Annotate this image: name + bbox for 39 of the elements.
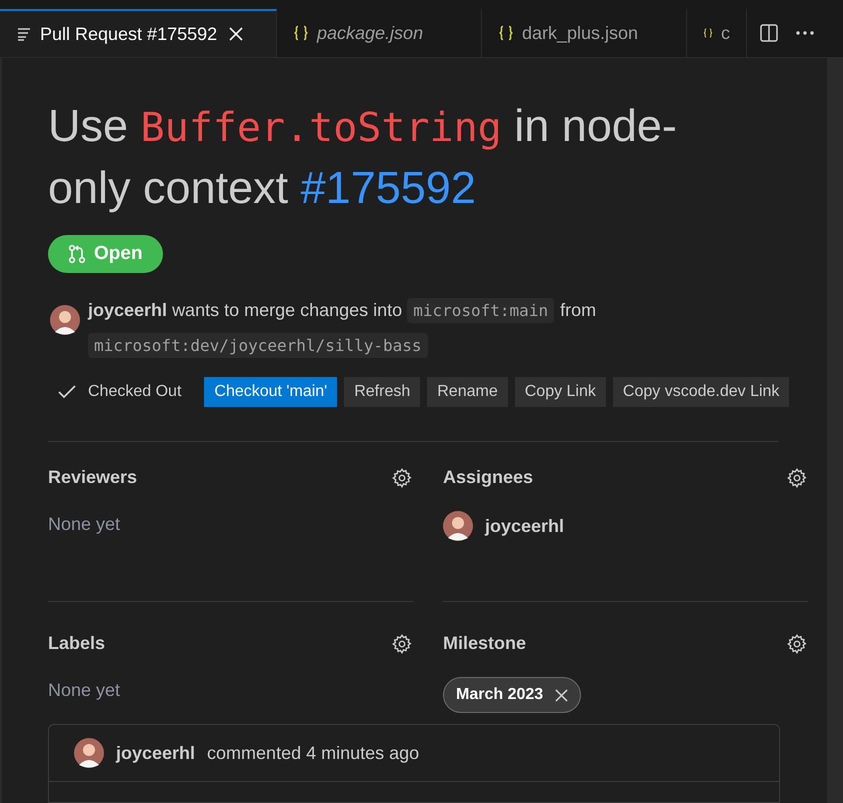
avatar-icon: [443, 511, 473, 541]
avatar-icon: [74, 738, 104, 768]
checkout-button[interactable]: Checkout 'main': [204, 377, 338, 407]
tab-label: Pull Request #175592: [40, 22, 218, 46]
action-button[interactable]: Refresh: [344, 377, 420, 407]
action-button[interactable]: Rename: [427, 377, 508, 407]
assignee-name[interactable]: joyceerhl: [485, 512, 564, 540]
empty-text: None yet: [48, 680, 120, 700]
section-title: Reviewers: [48, 466, 138, 489]
braces-icon: [498, 25, 514, 41]
pull-request-icon: [68, 244, 86, 264]
pr-title: Use Buffer.toString in node-only context #175592: [48, 99, 678, 215]
settings-icon[interactable]: [391, 466, 413, 488]
tab-label: c: [721, 22, 730, 44]
comment-author[interactable]: joyceerhl: [116, 740, 196, 766]
settings-icon[interactable]: [391, 632, 413, 654]
settings-icon[interactable]: [786, 632, 808, 654]
settings-icon[interactable]: [786, 466, 808, 488]
empty-text: None yet: [48, 514, 120, 534]
status-badge: Open: [48, 235, 163, 273]
avatar-icon: [50, 305, 80, 335]
more-icon[interactable]: [795, 30, 815, 36]
section-title: Labels: [48, 632, 106, 655]
list-icon: [16, 27, 32, 41]
split-editor-icon[interactable]: [759, 23, 779, 43]
comment-time: commented 4 minutes ago: [207, 742, 420, 765]
checked-out-status: Checked Out: [58, 380, 198, 404]
braces-icon: [293, 25, 309, 41]
close-icon[interactable]: [555, 688, 568, 702]
editor-tab[interactable]: Pull Request #175592: [0, 9, 277, 57]
action-button[interactable]: Copy Link: [514, 377, 606, 407]
merge-description: joyceerhl wants to merge changes into microsoft:main from microsoft:dev/joyceerhl/silly-bass: [88, 293, 688, 363]
tab-label: dark_plus.json: [522, 22, 638, 45]
tab-label: package.json: [317, 22, 424, 45]
section-title: Assignees: [443, 466, 534, 489]
action-button[interactable]: Copy vscode.dev Link: [612, 377, 790, 407]
section-title: Milestone: [443, 632, 526, 655]
check-icon: [58, 385, 76, 399]
milestone-chip: March 2023: [443, 677, 582, 713]
